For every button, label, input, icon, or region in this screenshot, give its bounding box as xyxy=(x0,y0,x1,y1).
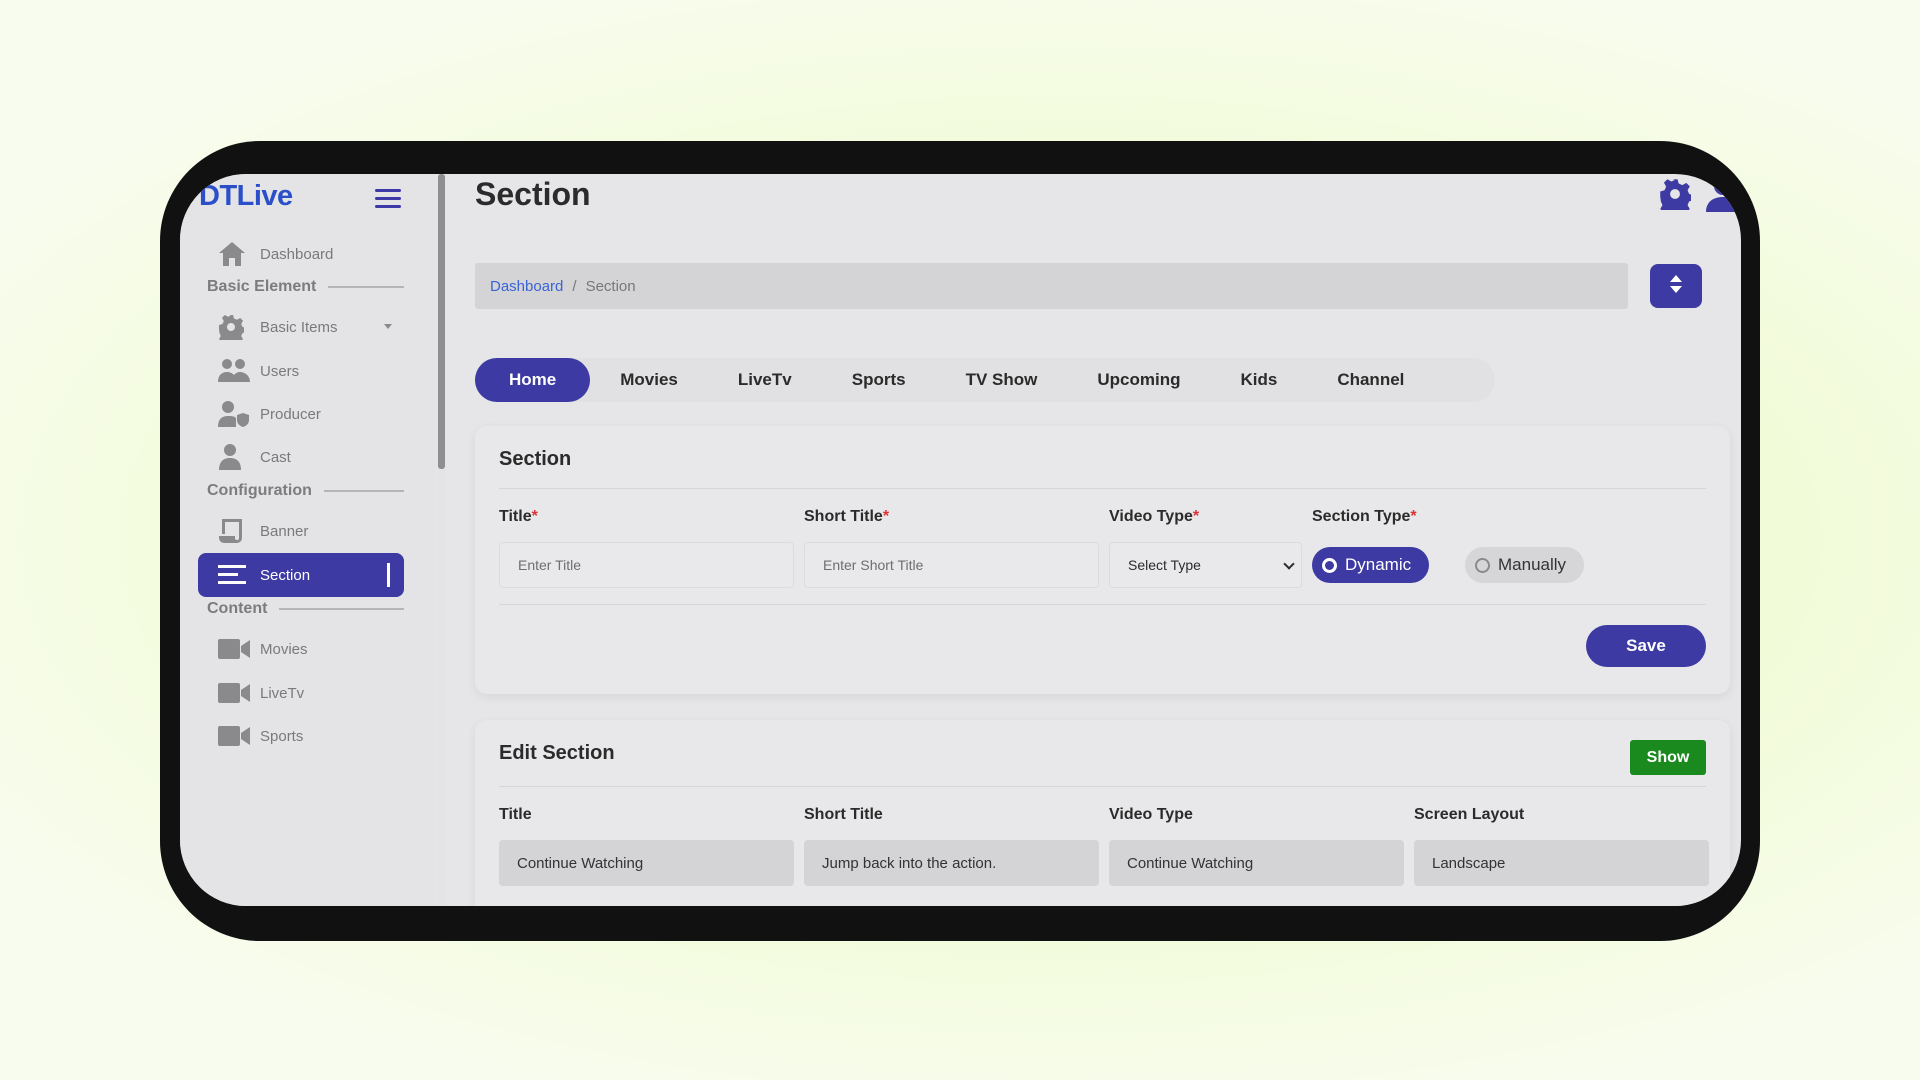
breadcrumb-separator: / xyxy=(572,277,577,295)
short-title-input[interactable]: Enter Short Title xyxy=(804,542,1099,588)
sidebar-item-livetv[interactable]: LiveTv xyxy=(198,671,404,715)
sort-toggle-button[interactable] xyxy=(1650,264,1702,308)
user-avatar-icon[interactable] xyxy=(1705,176,1741,217)
breadcrumb: Dashboard / Section xyxy=(475,263,1628,309)
sidebar-item-label: Dashboard xyxy=(260,245,334,263)
short-title-label: Short Title* xyxy=(804,508,890,525)
tab-sports[interactable]: Sports xyxy=(822,358,936,402)
users-icon xyxy=(218,356,252,386)
section-form-card: Section Title* Enter Title Short Title* … xyxy=(475,426,1730,694)
sidebar-item-banner[interactable]: Banner xyxy=(198,509,404,553)
gear-icon xyxy=(218,312,252,342)
form-title: Section xyxy=(499,448,572,470)
header-actions xyxy=(1659,174,1741,217)
group-basic-element: Basic Element xyxy=(207,278,404,296)
sidebar-item-cast[interactable]: Cast xyxy=(198,435,404,479)
scroll-icon xyxy=(218,516,252,546)
sidebar-item-label: Sports xyxy=(260,727,304,745)
video-camera-icon xyxy=(218,721,252,751)
page-title: Section xyxy=(475,176,591,212)
video-camera-icon xyxy=(218,634,252,664)
radio-manually[interactable]: Manually xyxy=(1465,547,1585,583)
title-label: Title* xyxy=(499,508,538,525)
sidebar-item-section[interactable]: Section xyxy=(198,553,404,597)
sidebar: DTLive Dashboard Basic Element Basic Ite… xyxy=(180,174,435,906)
group-configuration: Configuration xyxy=(207,482,404,500)
tab-movies[interactable]: Movies xyxy=(590,358,708,402)
save-button[interactable]: Save xyxy=(1586,625,1706,667)
tab-livetv[interactable]: LiveTv xyxy=(708,358,822,402)
tab-upcoming[interactable]: Upcoming xyxy=(1067,358,1210,402)
sidebar-scrollbar[interactable] xyxy=(436,174,446,906)
sidebar-item-label: Users xyxy=(260,362,300,380)
home-icon xyxy=(218,239,252,269)
column-header-video-type: Video Type xyxy=(1109,806,1193,823)
tab-kids[interactable]: Kids xyxy=(1210,358,1307,402)
column-header-title: Title xyxy=(499,806,532,823)
sidebar-item-label: Banner xyxy=(260,522,309,540)
sidebar-item-dashboard[interactable]: Dashboard xyxy=(198,232,404,276)
sidebar-item-label: Producer xyxy=(260,405,321,423)
device-frame: DTLive Dashboard Basic Element Basic Ite… xyxy=(160,141,1760,941)
chevron-down-icon xyxy=(1283,558,1295,570)
show-button[interactable]: Show xyxy=(1630,740,1706,775)
app-screen: DTLive Dashboard Basic Element Basic Ite… xyxy=(180,174,1741,906)
row-short-title-value: Jump back into the action. xyxy=(804,840,1099,886)
sidebar-item-sports[interactable]: Sports xyxy=(198,714,404,758)
column-header-screen-layout: Screen Layout xyxy=(1414,806,1525,823)
row-video-type-value: Continue Watching xyxy=(1109,840,1404,886)
sidebar-item-label: Cast xyxy=(260,448,291,466)
group-content: Content xyxy=(207,600,404,618)
main-content: Section Dashboard / Section Home Movies … xyxy=(446,174,1741,906)
edit-section-card: Edit Section Show Title Short Title Vide… xyxy=(475,720,1730,906)
tab-channel[interactable]: Channel xyxy=(1307,358,1434,402)
tab-tv-show[interactable]: TV Show xyxy=(936,358,1068,402)
sidebar-item-label: LiveTv xyxy=(260,684,305,702)
app-logo: DTLive xyxy=(199,180,293,212)
menu-toggle-icon[interactable] xyxy=(375,189,401,211)
video-type-select[interactable]: Select Type xyxy=(1109,542,1302,588)
radio-dynamic[interactable]: Dynamic xyxy=(1312,547,1430,583)
user-icon xyxy=(218,442,252,472)
row-title-value: Continue Watching xyxy=(499,840,794,886)
section-type-label: Section Type* xyxy=(1312,508,1417,525)
video-camera-icon xyxy=(218,678,252,708)
sort-icon xyxy=(1670,274,1682,298)
video-type-label: Video Type* xyxy=(1109,508,1200,525)
tab-home[interactable]: Home xyxy=(475,358,591,402)
edit-section-title: Edit Section xyxy=(499,742,615,764)
sidebar-item-label: Basic Items xyxy=(260,318,338,336)
sidebar-item-producer[interactable]: Producer xyxy=(198,392,404,436)
sidebar-item-users[interactable]: Users xyxy=(198,349,404,393)
breadcrumb-current: Section xyxy=(585,277,636,295)
title-input[interactable]: Enter Title xyxy=(499,542,794,588)
sidebar-item-label: Movies xyxy=(260,640,308,658)
user-shield-icon xyxy=(218,399,252,429)
sidebar-item-basic-items[interactable]: Basic Items xyxy=(198,305,404,349)
breadcrumb-link-dashboard[interactable]: Dashboard xyxy=(490,278,563,295)
content-type-tabs: Home Movies LiveTv Sports TV Show Upcomi… xyxy=(475,358,1495,402)
chevron-down-icon xyxy=(384,324,392,329)
column-header-short-title: Short Title xyxy=(804,806,883,823)
gear-icon[interactable] xyxy=(1659,178,1694,217)
sidebar-item-movies[interactable]: Movies xyxy=(198,627,404,671)
sidebar-item-label: Section xyxy=(260,566,311,584)
row-screen-layout-value: Landscape xyxy=(1414,840,1709,886)
list-icon xyxy=(218,560,252,590)
